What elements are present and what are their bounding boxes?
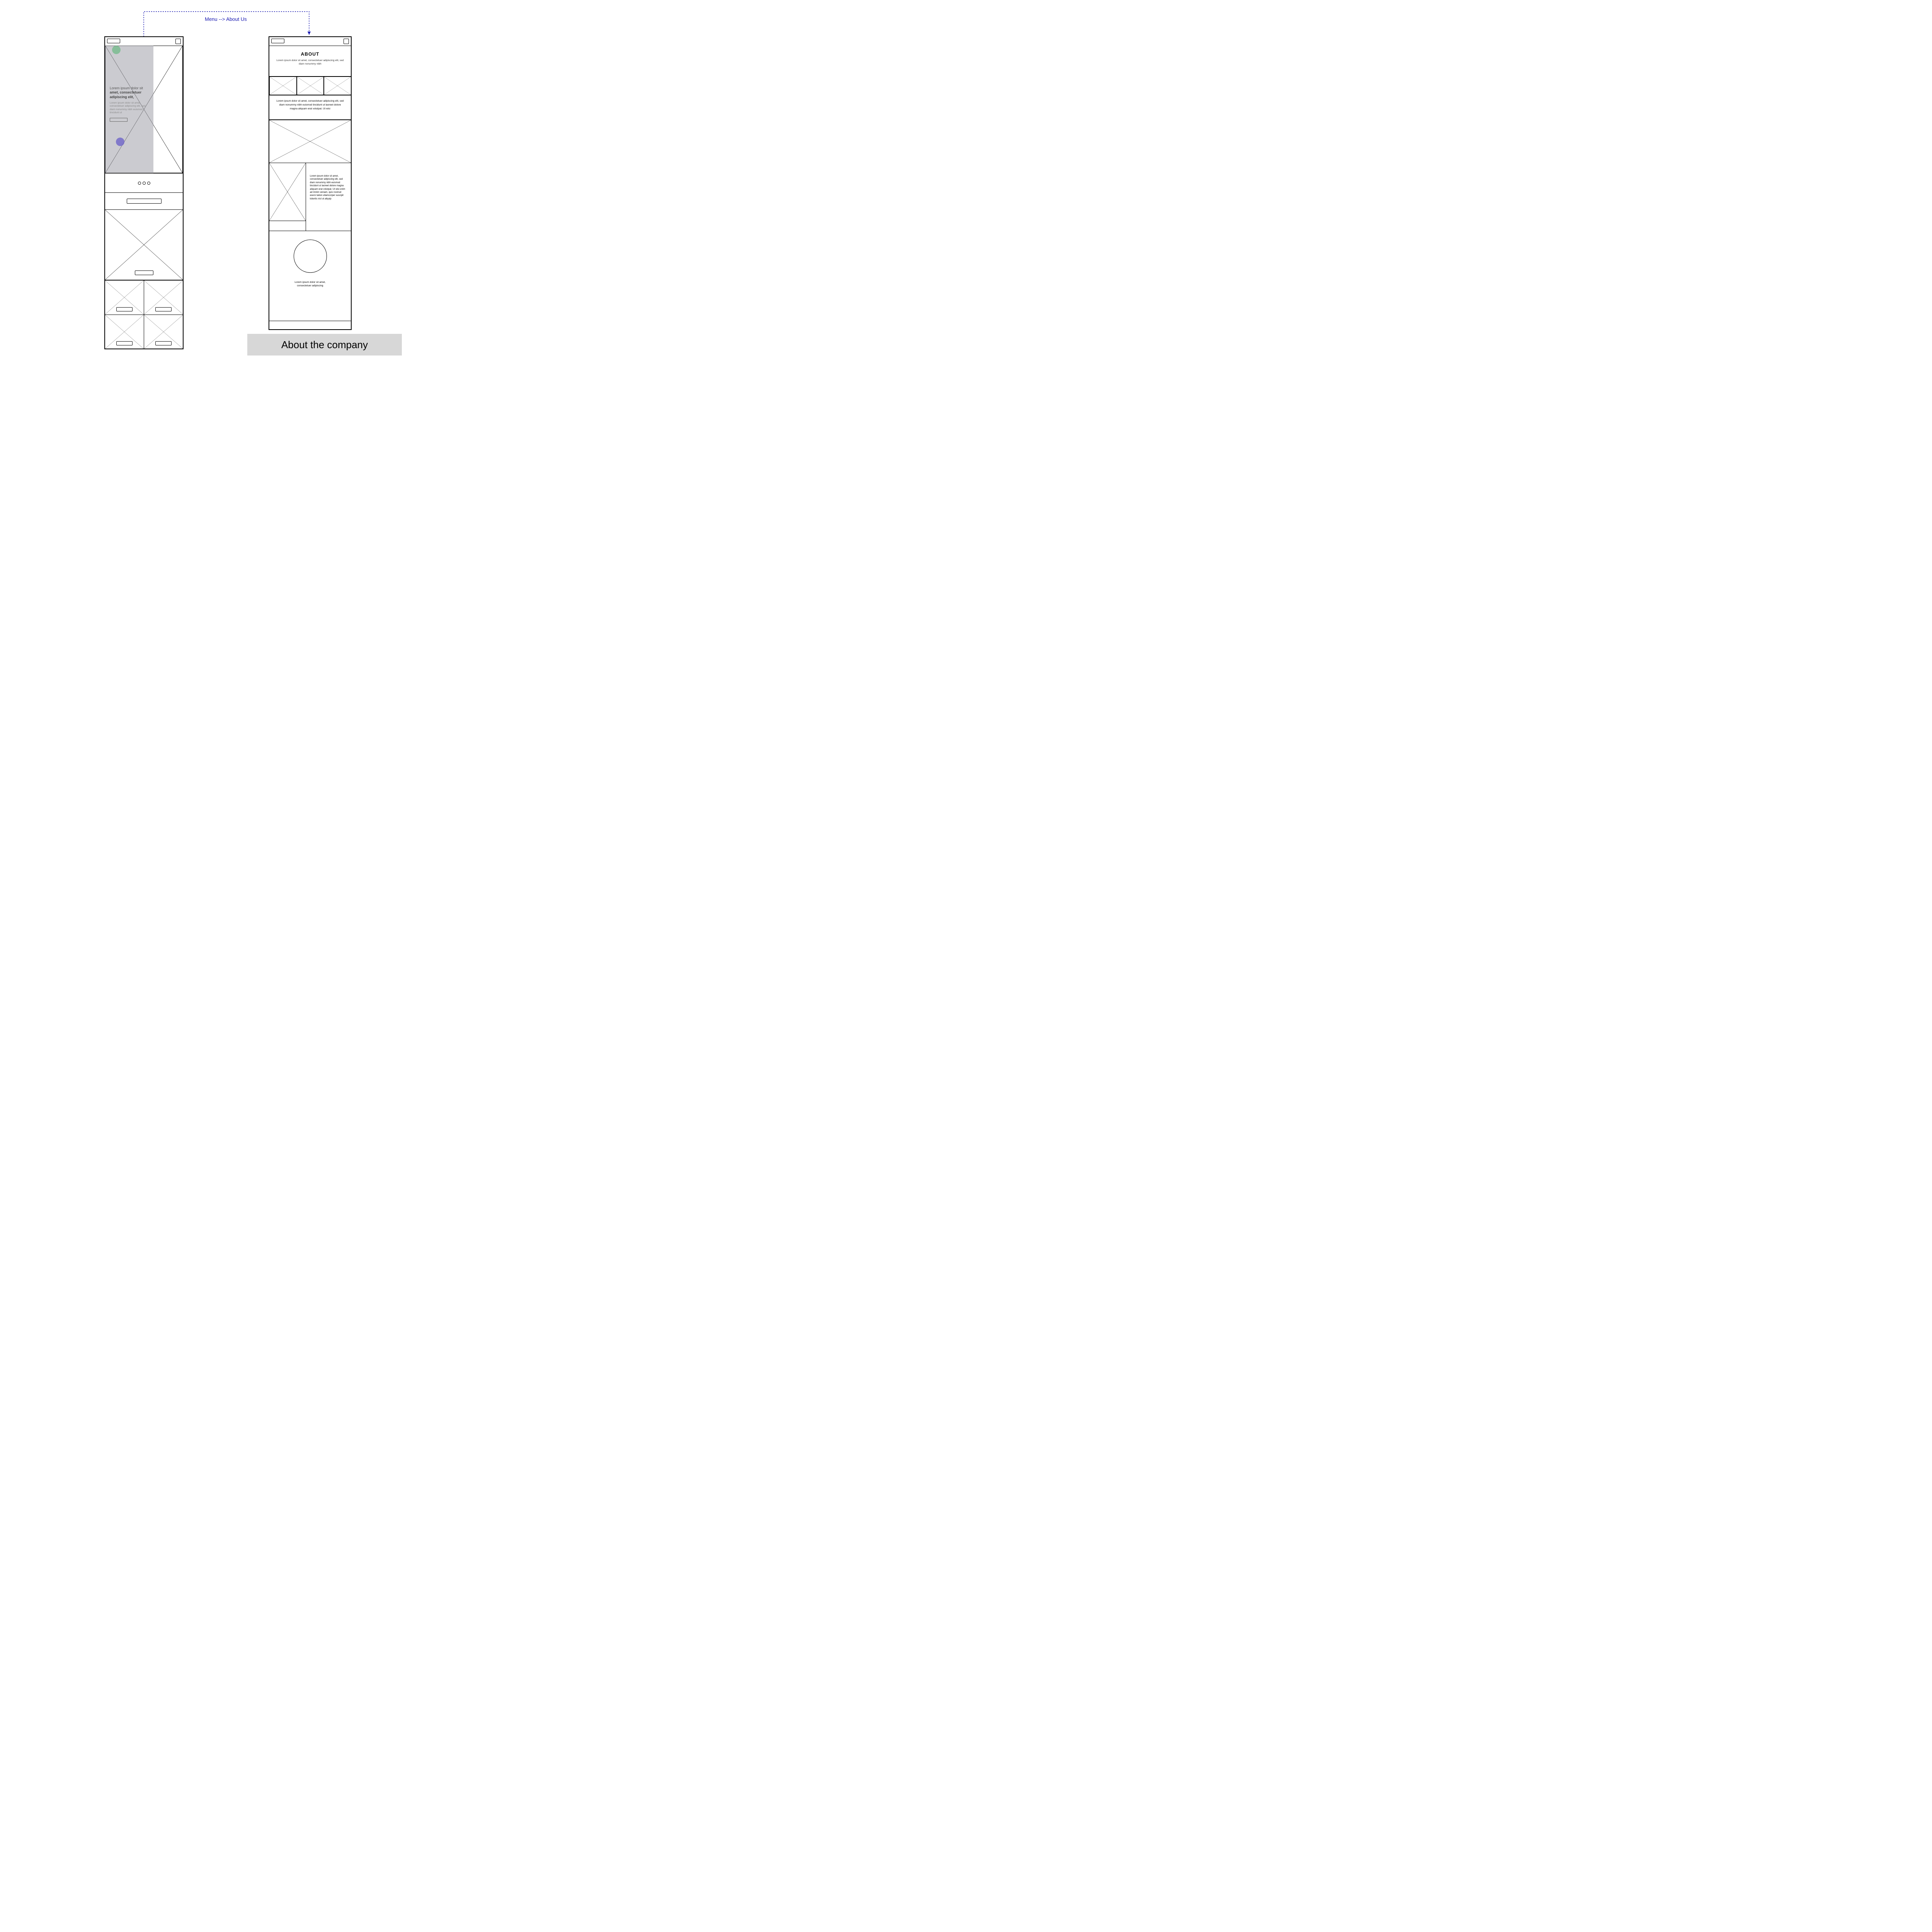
hero-title-bold: amet, consectetuer adipiscing elit, [110, 90, 141, 99]
carousel-dot[interactable] [143, 182, 146, 185]
hero-cta-button[interactable] [110, 118, 128, 122]
about-thumb-placeholder [297, 77, 324, 95]
grid-button[interactable] [116, 307, 133, 311]
about-description: Lorem ipsum dolor sit amet, consectetuer… [269, 95, 351, 120]
grid-cell [105, 280, 144, 315]
about-heading: ABOUT [276, 51, 344, 57]
about-split-row: Lorem ipsum dolor sit amet, consectetuer… [269, 163, 351, 231]
flow-arrow [0, 0, 487, 77]
menu-button[interactable] [175, 39, 181, 44]
about-wide-image-placeholder [269, 120, 351, 163]
grid-section [105, 280, 183, 349]
split-text: Lorem ipsum dolor sit amet, consectetuer… [310, 175, 347, 201]
home-frame: Lorem ipsum dolor sit amet, consectetuer… [104, 36, 184, 349]
page-caption: About the company [247, 334, 402, 355]
grid-button[interactable] [155, 341, 172, 345]
hero-overlay: Lorem ipsum dolor sit amet, consectetuer… [105, 46, 153, 173]
cta-button[interactable] [127, 199, 162, 204]
accent-dot-purple [116, 138, 124, 146]
feature-section [105, 209, 183, 280]
carousel-dot[interactable] [147, 182, 150, 185]
topbar [269, 37, 351, 46]
grid-cell [105, 315, 144, 349]
about-header: ABOUT Lorem ipsum dolor sit amet, consec… [269, 46, 351, 77]
circle-caption: Lorem ipsum dolor sit amet, consectetuer… [269, 281, 351, 287]
carousel-dots [105, 173, 183, 192]
logo-placeholder[interactable] [271, 39, 284, 43]
split-image-col [269, 163, 306, 231]
logo-placeholder[interactable] [107, 39, 120, 43]
footer-bar [269, 321, 351, 329]
grid-button[interactable] [116, 341, 133, 345]
about-intro: Lorem ipsum dolor sit amet, consectetuer… [276, 59, 344, 66]
about-thumb-placeholder [324, 77, 351, 95]
carousel-dot[interactable] [138, 182, 141, 185]
feature-button[interactable] [135, 270, 153, 275]
topbar [105, 37, 183, 46]
about-image-row [269, 77, 351, 95]
hero-title-plain: Lorem ipsum dolor sit [110, 86, 143, 90]
flow-label: Menu --> About Us [205, 16, 247, 22]
wireframe-canvas: Menu --> About Us Lorem ipsum dolor sit … [0, 0, 487, 378]
about-thumb-placeholder [269, 77, 297, 95]
about-frame: ABOUT Lorem ipsum dolor sit amet, consec… [269, 36, 352, 330]
grid-button[interactable] [155, 307, 172, 311]
circle-placeholder [294, 240, 327, 273]
hero-body: Lorem ipsum dolor sit amet, consectetuer… [110, 102, 150, 115]
cta-section [105, 192, 183, 209]
hero-title: Lorem ipsum dolor sit amet, consectetuer… [110, 86, 150, 99]
grid-cell [144, 315, 183, 349]
feature-image-placeholder [105, 210, 183, 280]
split-text-col: Lorem ipsum dolor sit amet, consectetuer… [306, 163, 351, 231]
about-description-text: Lorem ipsum dolor sit amet, consectetuer… [276, 99, 345, 111]
grid-cell [144, 280, 183, 315]
circle-section: Lorem ipsum dolor sit amet, consectetuer… [269, 231, 351, 312]
menu-button[interactable] [344, 39, 349, 44]
split-image-placeholder [269, 163, 306, 221]
accent-dot-green [112, 46, 121, 54]
